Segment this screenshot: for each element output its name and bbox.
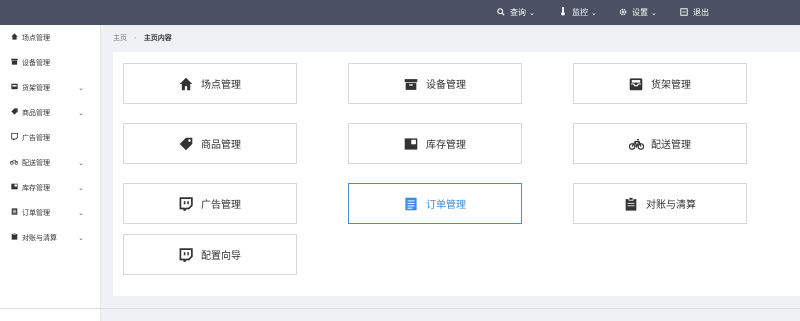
topnav-settings-label: 设置	[632, 8, 648, 17]
chevron-down-icon: ⌄	[78, 158, 84, 167]
tile-device-management[interactable]: 设备管理	[348, 63, 522, 104]
tile-label: 商品管理	[201, 140, 241, 151]
sidebar-item-label: 配送管理	[22, 158, 50, 167]
chevron-down-icon: ⌄	[529, 8, 535, 17]
gear-icon	[618, 8, 628, 18]
breadcrumb-home-link[interactable]: 主页	[113, 33, 127, 43]
sidebar-item-label: 订单管理	[22, 208, 50, 217]
twitch-icon	[10, 132, 18, 142]
chevron-down-icon: ⌄	[78, 83, 84, 92]
logout-icon	[679, 7, 689, 18]
breadcrumb: 主页 › 主页内容	[113, 33, 172, 43]
topnav-monitor-label: 监控	[572, 8, 588, 17]
sidebar-item-device[interactable]: 设备管理	[0, 50, 100, 75]
footer-divider	[0, 308, 800, 309]
tile-label: 配送管理	[651, 140, 691, 151]
tile-label: 订单管理	[426, 200, 466, 211]
list-icon	[404, 197, 418, 211]
tile-label: 广告管理	[201, 200, 241, 211]
tile-label: 场点管理	[201, 80, 241, 91]
sidebar-item-site[interactable]: 场点管理	[0, 25, 100, 50]
book-icon	[10, 183, 18, 192]
inbox-icon	[629, 77, 643, 91]
tile-label: 库存管理	[426, 140, 466, 151]
archive-icon	[404, 77, 418, 91]
sidebar-item-reconcile[interactable]: 对账与清算 ⌄	[0, 225, 100, 250]
bicycle-icon	[9, 158, 19, 167]
sidebar-item-orders[interactable]: 订单管理 ⌄	[0, 200, 100, 225]
tile-ads-management[interactable]: 广告管理	[123, 183, 297, 224]
tile-delivery-management[interactable]: 配送管理	[573, 123, 747, 164]
tile-label: 配置向导	[201, 251, 241, 262]
topnav-logout-link[interactable]: 退出	[679, 0, 709, 25]
clipboard-icon	[624, 196, 638, 211]
sidebar: 场点管理 设备管理 货架管理 ⌄ 商品管理 ⌄ 广告管理 配送管理 ⌄ 库存管理…	[0, 25, 101, 321]
sidebar-item-label: 设备管理	[22, 58, 50, 67]
topnav-logout-label: 退出	[693, 8, 709, 17]
twitch-icon	[179, 247, 193, 263]
topnav-search-menu[interactable]: 查询 ⌄	[496, 0, 535, 25]
tag-icon	[10, 108, 18, 117]
thermometer-icon	[558, 7, 568, 18]
clipboard-icon	[10, 233, 18, 242]
topnav-settings-menu[interactable]: 设置 ⌄	[618, 0, 657, 25]
archive-icon	[10, 58, 18, 67]
bicycle-icon	[628, 137, 645, 151]
sidebar-item-label: 广告管理	[22, 133, 50, 142]
chevron-down-icon: ⌄	[78, 108, 84, 117]
topnav-monitor-menu[interactable]: 监控 ⌄	[558, 0, 597, 25]
sidebar-item-label: 库存管理	[22, 183, 50, 192]
home-icon	[10, 33, 18, 42]
sidebar-item-inventory[interactable]: 库存管理 ⌄	[0, 175, 100, 200]
tile-reconcile-management[interactable]: 对账与清算	[573, 183, 747, 224]
list-icon	[10, 208, 18, 217]
sidebar-item-label: 对账与清算	[22, 233, 57, 242]
chevron-down-icon: ⌄	[78, 183, 84, 192]
chevron-down-icon: ⌄	[591, 8, 597, 17]
sidebar-item-label: 场点管理	[22, 33, 50, 42]
breadcrumb-current: 主页内容	[143, 34, 172, 42]
sidebar-item-goods[interactable]: 商品管理 ⌄	[0, 100, 100, 125]
breadcrumb-separator: ›	[134, 34, 137, 42]
tile-shelf-management[interactable]: 货架管理	[573, 63, 747, 104]
tile-inventory-management[interactable]: 库存管理	[348, 123, 522, 164]
sidebar-item-shelf[interactable]: 货架管理 ⌄	[0, 75, 100, 100]
tile-label: 货架管理	[651, 80, 691, 91]
chevron-down-icon: ⌄	[651, 8, 657, 17]
tile-label: 设备管理	[426, 80, 466, 91]
twitch-icon	[179, 196, 193, 212]
tile-config-wizard[interactable]: 配置向导	[123, 234, 297, 275]
tag-icon	[179, 137, 193, 151]
topnav-search-label: 查询	[510, 8, 526, 17]
tile-site-management[interactable]: 场点管理	[123, 63, 297, 104]
sidebar-item-delivery[interactable]: 配送管理 ⌄	[0, 150, 100, 175]
chevron-down-icon: ⌄	[78, 233, 84, 242]
tile-order-management[interactable]: 订单管理	[348, 183, 522, 224]
sidebar-item-label: 商品管理	[22, 108, 50, 117]
inbox-icon	[10, 83, 18, 92]
book-icon	[404, 137, 418, 151]
sidebar-item-label: 货架管理	[22, 83, 50, 92]
chevron-down-icon: ⌄	[78, 208, 84, 217]
sidebar-item-ads[interactable]: 广告管理	[0, 125, 100, 150]
search-icon	[496, 7, 506, 18]
tile-goods-management[interactable]: 商品管理	[123, 123, 297, 164]
home-icon	[179, 77, 193, 91]
tile-label: 对账与清算	[646, 200, 696, 211]
